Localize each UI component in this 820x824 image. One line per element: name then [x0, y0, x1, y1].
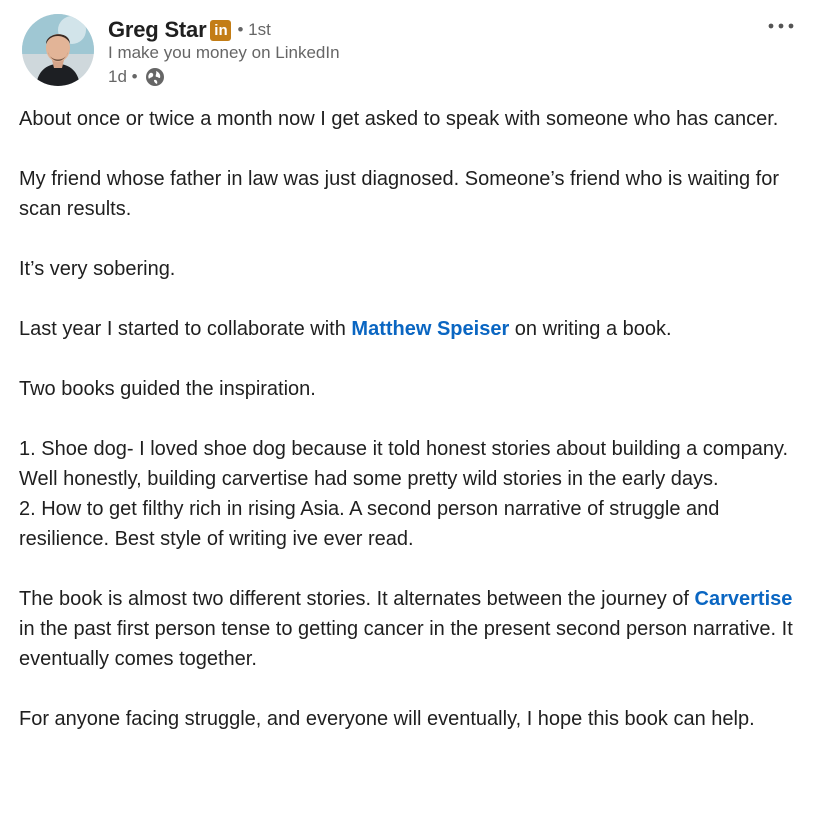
post-text: on writing a book. [509, 318, 672, 340]
post-text: Last year I started to collaborate with [19, 318, 352, 340]
post-paragraph: Two books guided the inspiration. [19, 378, 316, 400]
post-text: in the past first person tense to gettin… [19, 618, 793, 670]
author-info: Greg Star in • 1st I make you money on L… [108, 14, 340, 90]
post-body: About once or twice a month now I get as… [19, 104, 809, 734]
post-paragraph: My friend whose father in law was just d… [19, 168, 780, 220]
post-text: The book is almost two different stories… [19, 588, 695, 610]
post-list-item: 2. How to get filthy rich in rising Asia… [19, 498, 720, 550]
feed-post: Greg Star in • 1st I make you money on L… [0, 0, 820, 824]
connection-degree: • 1st [237, 20, 271, 39]
linkedin-premium-badge-icon: in [210, 19, 232, 41]
author-headline: I make you money on LinkedIn [108, 43, 340, 62]
author-name[interactable]: Greg Star [108, 17, 207, 43]
post-timestamp: 1d • [108, 67, 138, 86]
company-mention-link[interactable]: Carvertise [695, 588, 793, 610]
post-list-item: 1. Shoe dog- I loved shoe dog because it… [19, 438, 789, 490]
globe-icon[interactable] [144, 66, 166, 88]
post-paragraph: For anyone facing struggle, and everyone… [19, 708, 755, 730]
post-meta: 1d • [108, 64, 340, 90]
mention-link[interactable]: Matthew Speiser [351, 318, 509, 340]
post-paragraph: About once or twice a month now I get as… [19, 108, 779, 130]
post-paragraph: Last year I started to collaborate with … [19, 314, 809, 344]
post-paragraph: It’s very sobering. [19, 258, 176, 280]
avatar-photo [22, 14, 94, 86]
author-avatar[interactable] [22, 14, 94, 86]
post-paragraph: The book is almost two different stories… [19, 584, 809, 674]
more-options-icon[interactable] [766, 14, 796, 38]
